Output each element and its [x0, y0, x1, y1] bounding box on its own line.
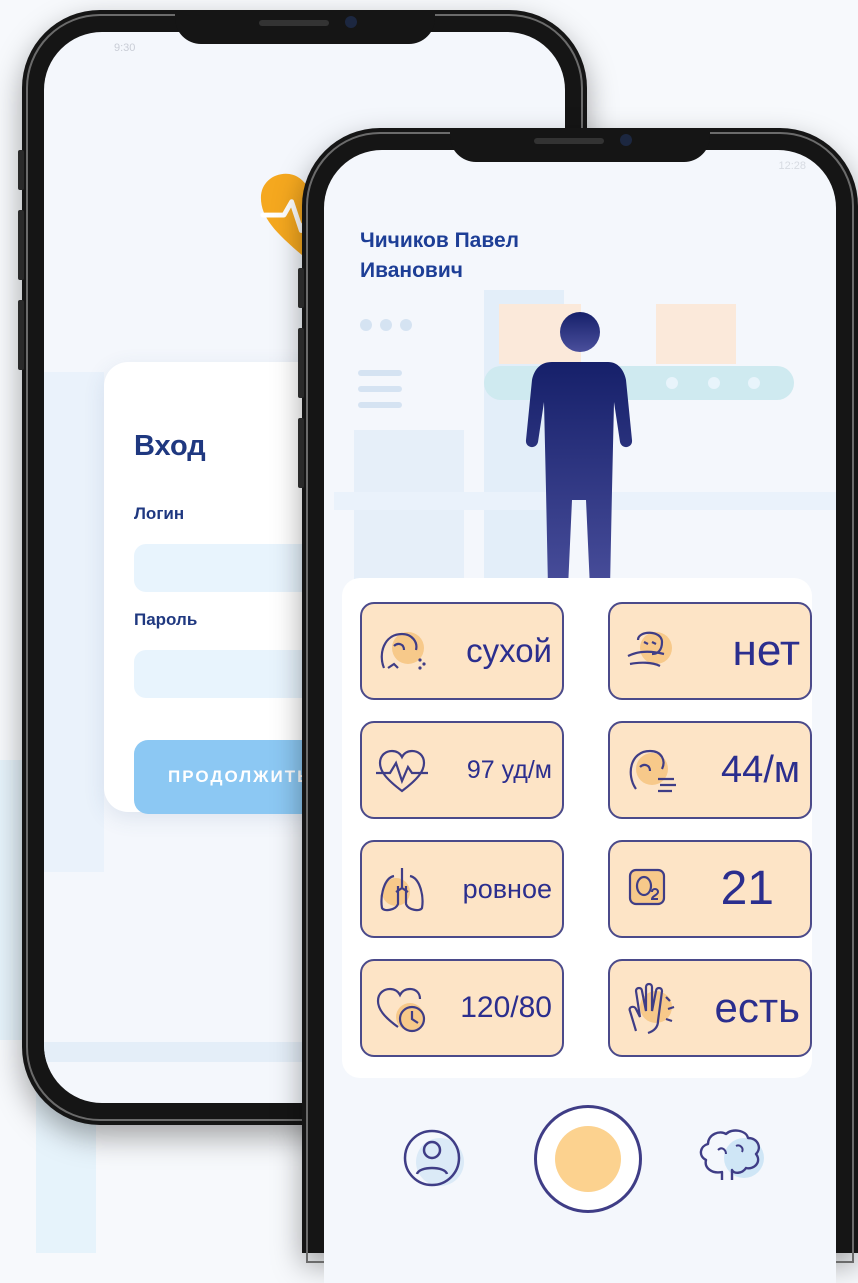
- metric-value: 120/80: [460, 991, 552, 1024]
- cough-icon: [380, 632, 426, 670]
- breathing-rate-icon: [629, 749, 676, 793]
- screen-decoration: [44, 372, 104, 872]
- metric-value: есть: [714, 984, 800, 1031]
- brain-icon[interactable]: [692, 1122, 772, 1192]
- metric-value: ровное: [462, 874, 552, 904]
- person-figure-icon: [525, 312, 633, 597]
- oxygen-icon: [628, 868, 666, 906]
- metric-tile-nausea[interactable]: нет: [608, 602, 812, 700]
- metric-tile-cough[interactable]: сухой: [360, 602, 564, 700]
- lungs-icon: [380, 868, 424, 912]
- phone-side-button: [298, 418, 304, 488]
- patient-screen: 12:28 Чичиков Павел Иванович сухой нет 9…: [324, 150, 836, 1283]
- nausea-icon: [627, 631, 672, 668]
- phone-camera: [344, 16, 357, 28]
- page-title: Вход: [134, 430, 206, 462]
- metric-value: 44/м: [721, 749, 800, 791]
- phone-speaker: [258, 20, 329, 26]
- phone-side-button: [18, 210, 24, 280]
- profile-icon[interactable]: [400, 1126, 470, 1196]
- phone-camera: [620, 134, 632, 146]
- metric-value: 97 уд/м: [466, 756, 552, 784]
- metric-tile-breathing-rate[interactable]: 44/м: [608, 721, 812, 819]
- blood-pressure-icon: [376, 987, 426, 1033]
- metric-tile-oxygen[interactable]: 21: [608, 840, 812, 938]
- skin-icon: [628, 982, 675, 1035]
- status-bar-time: 9:30: [114, 42, 136, 54]
- metric-tile-skin[interactable]: есть: [608, 959, 812, 1057]
- phone-side-button: [298, 268, 304, 308]
- phone-speaker: [534, 138, 604, 144]
- metric-tile-blood-pressure[interactable]: 120/80: [360, 959, 564, 1057]
- metric-tile-lungs[interactable]: ровное: [360, 840, 564, 938]
- metric-value: сухой: [466, 632, 552, 669]
- heart-rate-icon: [376, 749, 428, 793]
- phone-side-button: [18, 300, 24, 370]
- login-label: Логин: [134, 504, 185, 523]
- phone-notch: [174, 10, 435, 44]
- password-label: Пароль: [134, 610, 198, 629]
- phone-side-button: [298, 328, 304, 398]
- patient-name: Чичиков Павел Иванович: [360, 229, 519, 282]
- status-bar-time: 12:28: [778, 160, 806, 172]
- metric-value: 21: [720, 862, 774, 915]
- phone-notch: [450, 128, 710, 162]
- metric-value: нет: [732, 626, 800, 675]
- record-button-dot: [555, 1126, 621, 1192]
- record-button[interactable]: [534, 1105, 642, 1213]
- metrics-panel: сухой нет 97 уд/м 44/м ровное 21 120/80 …: [342, 578, 812, 1078]
- phone-side-button: [18, 150, 24, 190]
- patient-phone: 12:28 Чичиков Павел Иванович сухой нет 9…: [298, 128, 858, 1283]
- metric-tile-heart-rate[interactable]: 97 уд/м: [360, 721, 564, 819]
